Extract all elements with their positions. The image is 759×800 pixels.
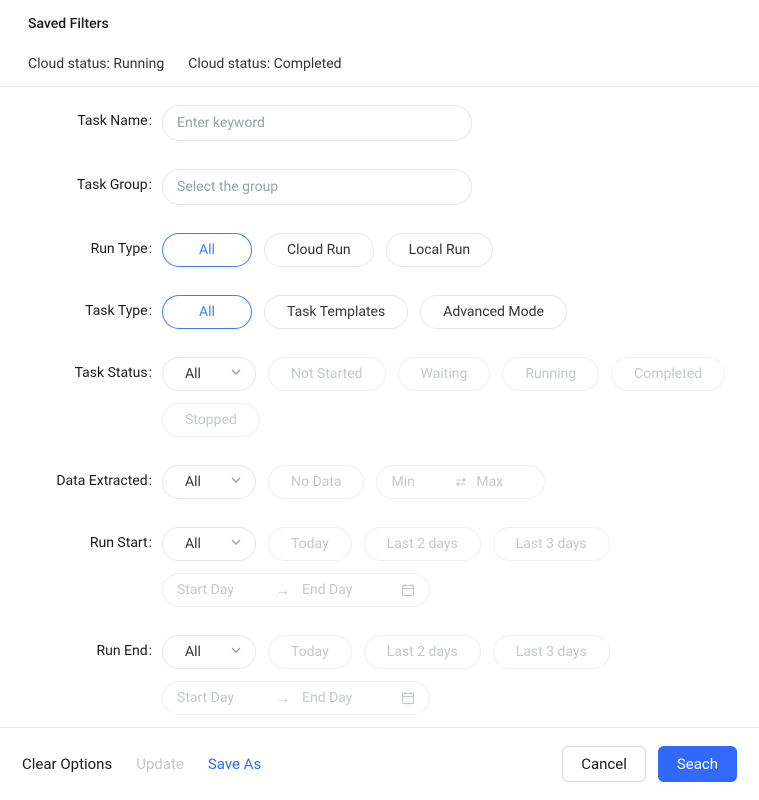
footer-bar: Clear Options Update Save As Cancel Seac…: [0, 727, 759, 800]
run-start-last3[interactable]: Last 3 days: [493, 527, 610, 561]
row-task-status: Task Status All Not Started Waiting Runn…: [28, 357, 731, 437]
saved-filter-item[interactable]: Cloud status: Running: [28, 56, 164, 72]
task-status-stopped[interactable]: Stopped: [162, 403, 260, 437]
header-bar: Saved Filters: [0, 0, 759, 44]
run-end-start-day: Start Day: [177, 690, 264, 706]
row-run-start: Run Start All Today Last 2 days Last 3 d…: [28, 527, 731, 607]
run-end-select-value: All: [185, 644, 201, 660]
task-type-templates[interactable]: Task Templates: [264, 295, 408, 329]
chevron-down-icon: [231, 369, 241, 379]
calendar-icon: [401, 583, 415, 597]
data-extracted-no-data[interactable]: No Data: [268, 465, 364, 499]
run-end-last2[interactable]: Last 2 days: [364, 635, 481, 669]
task-status-running[interactable]: Running: [502, 357, 599, 391]
data-extracted-range: ⇄: [376, 465, 545, 499]
task-status-waiting[interactable]: Waiting: [398, 357, 491, 391]
label-task-status: Task Status: [28, 357, 162, 381]
task-type-advanced[interactable]: Advanced Mode: [420, 295, 567, 329]
data-extracted-select[interactable]: All: [162, 465, 256, 499]
saved-filters-row: Cloud status: Running Cloud status: Comp…: [0, 44, 759, 87]
row-data-extracted: Data Extracted All No Data ⇄: [28, 465, 731, 499]
run-type-local[interactable]: Local Run: [386, 233, 493, 267]
search-button[interactable]: Seach: [658, 746, 737, 782]
calendar-icon: [401, 691, 415, 705]
run-end-end-day: End Day: [302, 690, 389, 706]
chevron-down-icon: [231, 477, 241, 487]
data-extracted-max-input[interactable]: [476, 474, 530, 490]
chevron-down-icon: [231, 539, 241, 549]
arrow-right-icon: →: [276, 690, 290, 707]
save-as-link[interactable]: Save As: [208, 755, 261, 773]
task-status-not-started[interactable]: Not Started: [268, 357, 386, 391]
run-type-cloud[interactable]: Cloud Run: [264, 233, 374, 267]
run-end-select[interactable]: All: [162, 635, 256, 669]
row-task-name: Task Name: [28, 105, 731, 141]
label-task-group: Task Group: [28, 169, 162, 193]
row-task-group: Task Group: [28, 169, 731, 205]
task-group-input[interactable]: [162, 169, 472, 205]
run-start-date-range[interactable]: Start Day → End Day: [162, 573, 430, 607]
run-start-today[interactable]: Today: [268, 527, 352, 561]
run-start-start-day: Start Day: [177, 582, 264, 598]
saved-filters-title: Saved Filters: [28, 16, 731, 32]
run-end-date-range[interactable]: Start Day → End Day: [162, 681, 430, 715]
task-type-all[interactable]: All: [162, 295, 252, 329]
run-start-last2[interactable]: Last 2 days: [364, 527, 481, 561]
run-start-select-value: All: [185, 536, 201, 552]
saved-filter-item[interactable]: Cloud status: Completed: [188, 56, 341, 72]
data-extracted-select-value: All: [185, 474, 201, 490]
task-status-completed[interactable]: Completed: [611, 357, 725, 391]
update-link: Update: [136, 755, 184, 773]
cancel-button[interactable]: Cancel: [562, 746, 646, 782]
label-task-type: Task Type: [28, 295, 162, 319]
clear-options-link[interactable]: Clear Options: [22, 755, 112, 773]
label-data-extracted: Data Extracted: [28, 465, 162, 489]
row-run-end: Run End All Today Last 2 days Last 3 day…: [28, 635, 731, 715]
label-run-type: Run Type: [28, 233, 162, 257]
task-name-input[interactable]: [162, 105, 472, 141]
run-type-all[interactable]: All: [162, 233, 252, 267]
arrow-right-icon: →: [276, 582, 290, 599]
label-run-start: Run Start: [28, 527, 162, 551]
task-status-select[interactable]: All: [162, 357, 256, 391]
row-task-type: Task Type All Task Templates Advanced Mo…: [28, 295, 731, 329]
run-end-last3[interactable]: Last 3 days: [493, 635, 610, 669]
filter-form-scroll[interactable]: Task Name Task Group Run Type All Cloud …: [0, 87, 759, 727]
swap-icon: ⇄: [455, 475, 466, 490]
task-status-select-value: All: [185, 366, 201, 382]
run-end-today[interactable]: Today: [268, 635, 352, 669]
chevron-down-icon: [231, 647, 241, 657]
data-extracted-min-input[interactable]: [391, 474, 445, 490]
label-task-name: Task Name: [28, 105, 162, 129]
run-start-end-day: End Day: [302, 582, 389, 598]
run-start-select[interactable]: All: [162, 527, 256, 561]
row-run-type: Run Type All Cloud Run Local Run: [28, 233, 731, 267]
label-run-end: Run End: [28, 635, 162, 659]
